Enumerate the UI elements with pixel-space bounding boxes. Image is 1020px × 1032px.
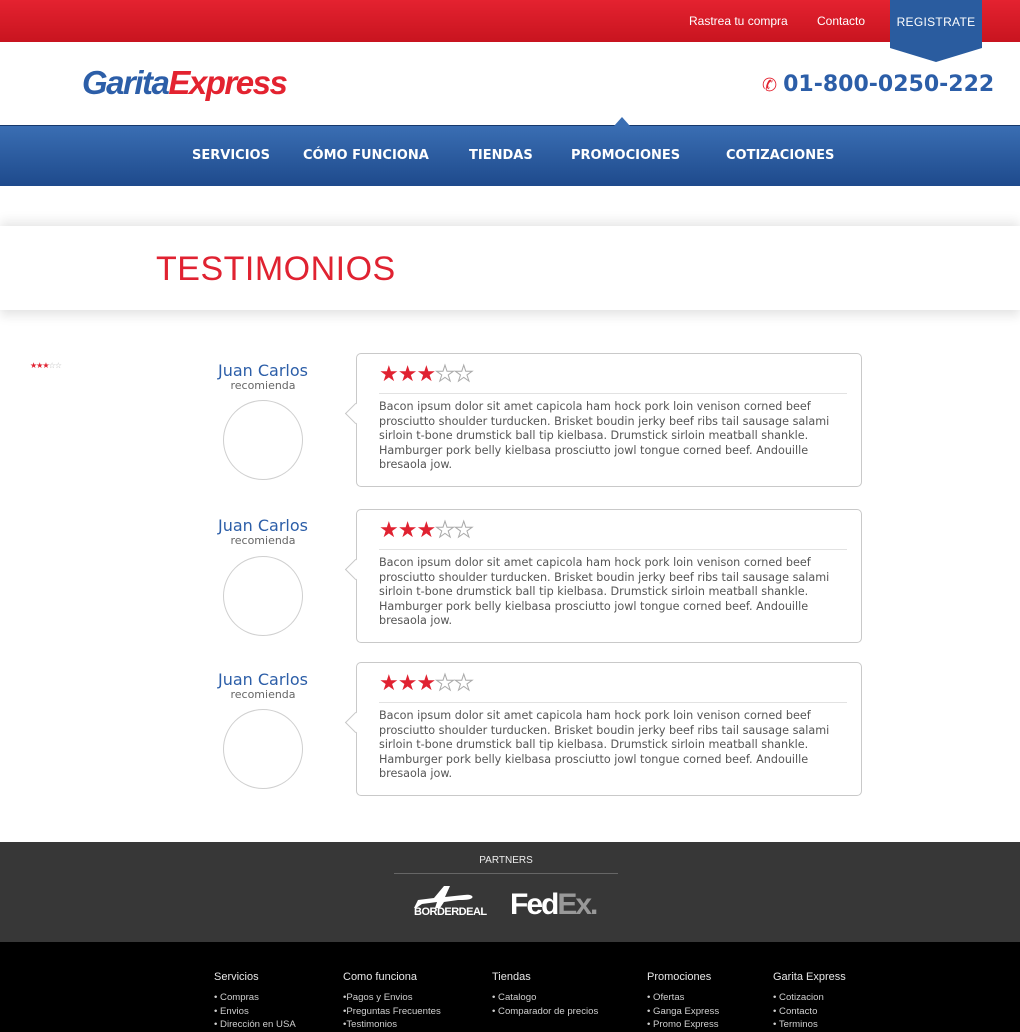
star-rating: ★★★★★ — [379, 362, 474, 388]
active-nav-indicator — [614, 117, 630, 126]
borderdeal-label: BORDERDEAL — [414, 906, 487, 918]
airplane-icon — [414, 886, 473, 908]
footer-link[interactable]: • Dirección en USA — [214, 1018, 296, 1032]
logo-garita: Garita — [82, 64, 170, 101]
testimonial-card: ★★★★★ Bacon ipsum dolor sit amet capicol… — [344, 662, 862, 796]
divider — [379, 549, 847, 550]
footer-column-garita-express: Garita Express • Cotizacion • Contacto •… — [773, 971, 846, 1032]
testimonial-subtitle: recomienda — [230, 534, 296, 547]
footer-link[interactable]: • Contacto — [773, 1005, 846, 1019]
footer-link[interactable]: • Compras — [214, 991, 296, 1005]
mini-star-rating: ★★★☆☆ — [30, 361, 62, 370]
testimonial-subtitle: recomienda — [230, 688, 296, 701]
bubble-tail — [344, 711, 367, 734]
footer-heading: Garita Express — [773, 971, 846, 983]
divider — [379, 393, 847, 394]
page-title: TESTIMONIOS — [156, 250, 396, 288]
divider — [379, 702, 847, 703]
avatar — [223, 400, 303, 480]
phone-number: ✆ 01-800-0250-222 — [762, 72, 994, 97]
fedex-logo[interactable]: FedEx. — [510, 888, 599, 922]
testimonial-author: Juan Carlos — [217, 670, 308, 689]
fedex-ex: Ex — [557, 888, 592, 921]
partners-title: PARTNERS — [479, 855, 533, 866]
footer-heading: Promociones — [647, 971, 712, 983]
title-band — [0, 226, 1020, 310]
footer-link[interactable]: •Preguntas Frecuentes — [343, 1005, 441, 1019]
nav-cotizaciones[interactable]: COTIZACIONES — [726, 148, 834, 163]
register-button[interactable]: REGISTRATE — [890, 0, 982, 62]
avatar — [223, 556, 303, 636]
footer-link[interactable]: • Terminos — [773, 1018, 846, 1032]
logo-express: Express — [168, 64, 287, 101]
testimonial-author: Juan Carlos — [217, 516, 308, 535]
testimonial-text: Bacon ipsum dolor sit amet capicola ham … — [379, 709, 830, 780]
footer-column-promociones: Promociones • Ofertas • Ganga Express • … — [647, 971, 719, 1032]
footer-link[interactable]: • Ofertas — [647, 991, 719, 1005]
fedex-dot: . — [590, 888, 598, 921]
avatar — [223, 709, 303, 789]
nav-como-funciona[interactable]: CÓMO FUNCIONA — [303, 148, 429, 163]
testimonial-card: ★★★★★ Bacon ipsum dolor sit amet capicol… — [344, 509, 862, 643]
fedex-fed: Fed — [510, 888, 559, 921]
star-rating: ★★★★★ — [379, 518, 474, 544]
nav-tiendas[interactable]: TIENDAS — [469, 148, 533, 163]
footer-link[interactable]: • Promo Express — [647, 1018, 719, 1032]
borderdeal-logo[interactable]: BORDERDEAL — [414, 884, 487, 924]
nav-servicios[interactable]: SERVICIOS — [192, 148, 270, 163]
footer-link[interactable]: • Comparador de precios — [492, 1005, 598, 1019]
footer-heading: Servicios — [214, 971, 259, 983]
footer-column-tiendas: Tiendas • Catalogo • Comparador de preci… — [492, 971, 598, 1018]
garita-express-logo[interactable]: GaritaExpress — [82, 64, 288, 102]
register-ribbon-shape — [890, 0, 982, 62]
footer-link[interactable]: • Envios — [214, 1005, 296, 1019]
footer-heading: Como funciona — [343, 971, 417, 983]
phone-text: 01-800-0250-222 — [783, 72, 995, 97]
bubble-tail — [344, 558, 367, 581]
contact-link[interactable]: Contacto — [817, 14, 865, 28]
bubble-tail — [344, 402, 367, 425]
star-rating: ★★★★★ — [379, 671, 474, 697]
footer-link[interactable]: •Pagos y Envios — [343, 991, 441, 1005]
partners-divider — [394, 873, 618, 874]
testimonial-text: Bacon ipsum dolor sit amet capicola ham … — [379, 556, 830, 627]
testimonial-card: ★★★★★ Bacon ipsum dolor sit amet capicol… — [344, 353, 862, 487]
footer-column-como-funciona: Como funciona •Pagos y Envios •Preguntas… — [343, 971, 441, 1032]
testimonial-subtitle: recomienda — [230, 379, 296, 392]
footer-link[interactable]: • Catalogo — [492, 991, 598, 1005]
phone-icon: ✆ — [762, 75, 778, 96]
footer-link[interactable]: •Testimonios — [343, 1018, 441, 1032]
testimonial-author: Juan Carlos — [217, 361, 308, 380]
testimonial-text: Bacon ipsum dolor sit amet capicola ham … — [379, 400, 830, 471]
top-bar — [0, 0, 1020, 42]
footer-link[interactable]: • Ganga Express — [647, 1005, 719, 1019]
register-label: REGISTRATE — [896, 15, 976, 29]
footer-column-servicios: Servicios • Compras • Envios • Dirección… — [214, 971, 296, 1032]
track-order-link[interactable]: Rastrea tu compra — [689, 14, 788, 28]
footer-link[interactable]: • Cotizacion — [773, 991, 846, 1005]
nav-promociones[interactable]: PROMOCIONES — [571, 148, 680, 163]
footer-heading: Tiendas — [492, 971, 531, 983]
